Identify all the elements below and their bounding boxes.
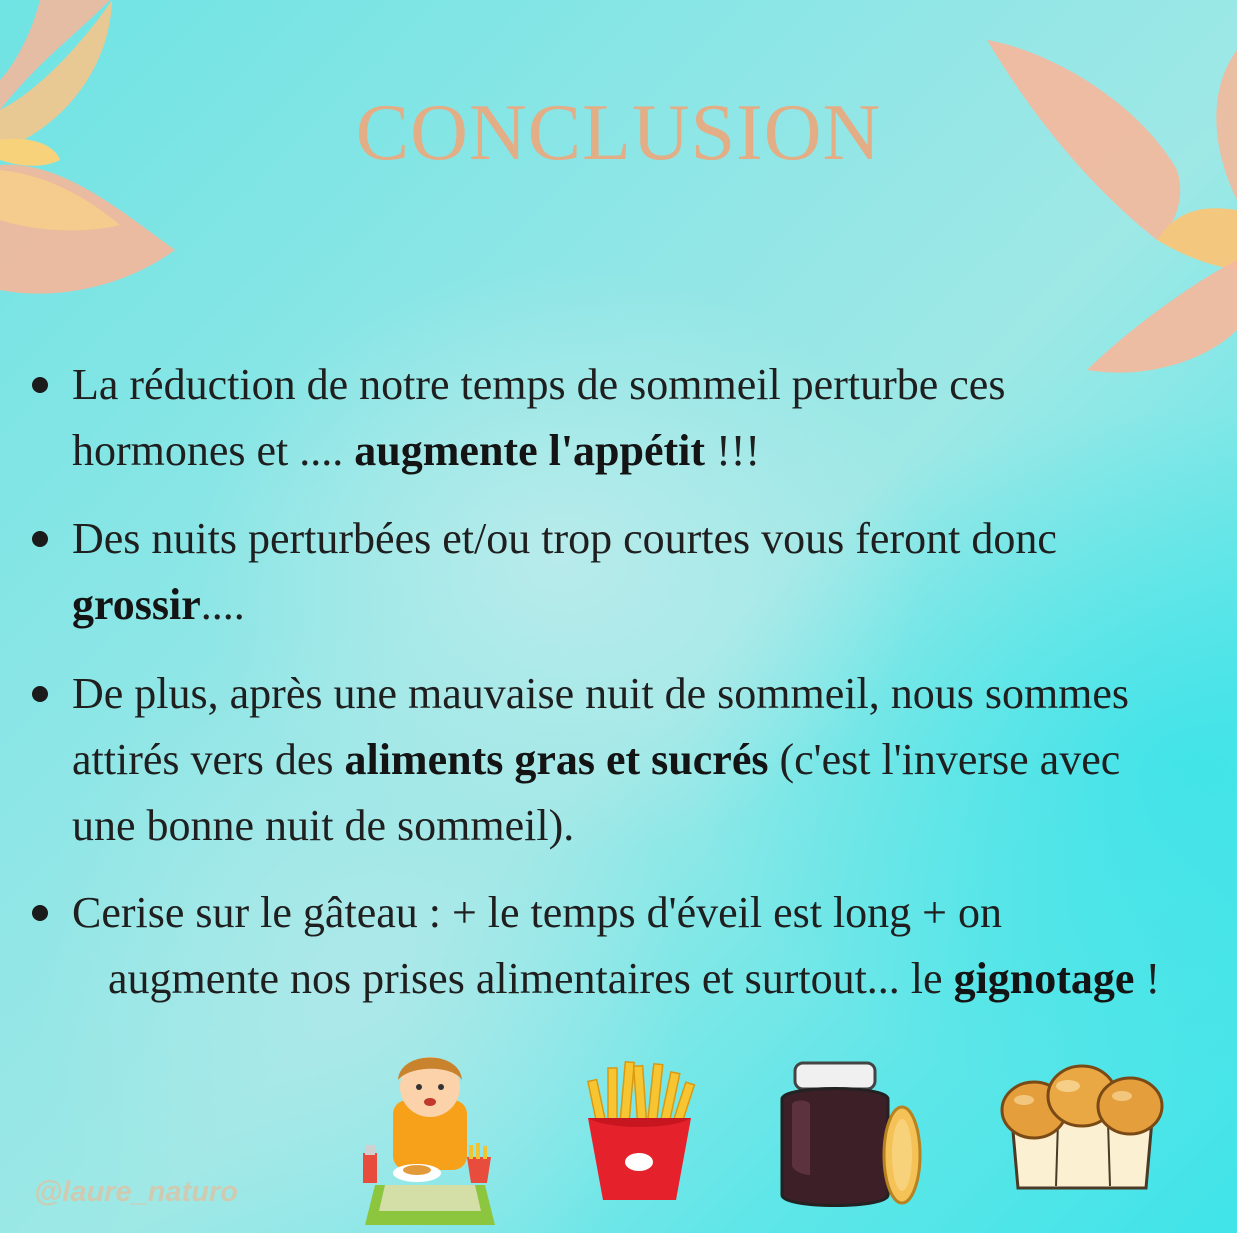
bullet-item: La réduction de notre temps de sommeil p… xyxy=(32,352,1212,484)
page-title: CONCLUSION xyxy=(355,89,882,177)
bullet-text-line: hormones et .... augmente l'appétit !!! xyxy=(72,426,761,475)
flower-top-right-icon xyxy=(987,40,1237,373)
bullet-text-line: augmente nos prises alimentaires et surt… xyxy=(108,954,1161,1003)
chocolate-spread-jar-icon xyxy=(780,1061,922,1207)
bullet-text-line: De plus, après une mauvaise nuit de somm… xyxy=(72,669,1130,718)
bullet-emphasis: gignotage xyxy=(953,954,1135,1003)
bullet-item: Des nuits perturbées et/ou trop courtes … xyxy=(32,506,1212,638)
bullet-text-line: Cerise sur le gâteau : + le temps d'évei… xyxy=(72,888,1002,937)
slide: CONCLUSION La réduction de notre temps d… xyxy=(0,0,1237,1233)
french-fries-icon xyxy=(586,1060,696,1200)
bullet-emphasis: augmente l'appétit xyxy=(354,426,706,475)
bullet-dot xyxy=(32,531,48,547)
bullet-dot xyxy=(32,905,48,921)
bullet-text-line: La réduction de notre temps de sommeil p… xyxy=(72,360,1006,409)
bullet-item: Cerise sur le gâteau : + le temps d'évei… xyxy=(32,880,1212,1012)
bullet-item: De plus, après une mauvaise nuit de somm… xyxy=(32,661,1212,859)
bullet-emphasis: grossir xyxy=(72,580,201,629)
bullet-dot xyxy=(32,686,48,702)
bullet-emphasis: aliments gras et sucrés xyxy=(344,735,769,784)
brioche-bread-icon xyxy=(1000,1064,1164,1190)
bullet-text-line: Des nuits perturbées et/ou trop courtes … xyxy=(72,514,1057,563)
author-handle: @laure_naturo xyxy=(34,1176,238,1208)
bullet-text-line: attirés vers des aliments gras et sucrés… xyxy=(72,735,1121,784)
bullet-text-line: une bonne nuit de sommeil). xyxy=(72,801,575,850)
child-eating-icon xyxy=(363,1057,495,1225)
bullet-dot xyxy=(32,377,48,393)
bullet-text-line: grossir.... xyxy=(72,580,245,629)
